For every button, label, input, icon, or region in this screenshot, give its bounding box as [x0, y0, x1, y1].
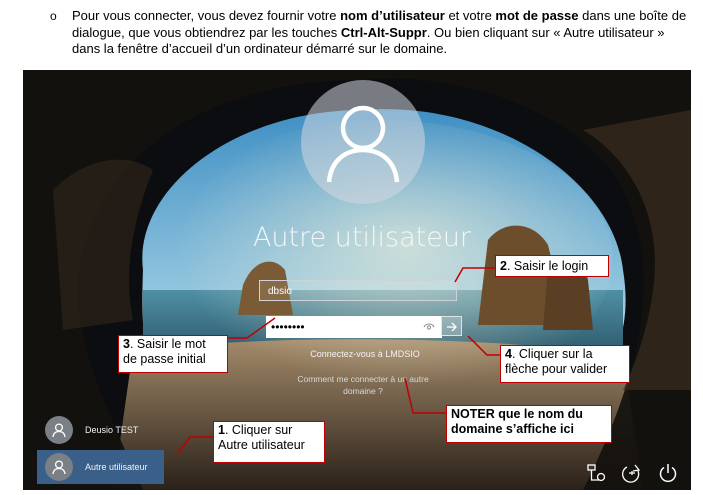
password-field[interactable]: •••••••• — [266, 316, 442, 338]
doc-bold-username: nom d’utilisateur — [340, 8, 445, 23]
callout-step-2: 2. Saisir le login — [495, 255, 609, 277]
doc-text-2: et votre — [444, 8, 496, 23]
other-domain-link[interactable]: Comment me connecter à un autre domaine … — [283, 373, 443, 397]
user-silhouette-icon — [52, 460, 66, 475]
doc-text-1: Pour vous connecter, vous devez fournir … — [72, 8, 341, 23]
callout-step-1: 1. Cliquer sur Autre utilisateur — [213, 421, 325, 463]
user-tile-deusio-test[interactable]: Deusio TEST — [37, 413, 167, 447]
user-avatar-large — [301, 80, 425, 204]
submit-arrow-button[interactable] — [441, 316, 462, 336]
callout-step-text: . Saisir le login — [506, 259, 589, 273]
user-name: Autre utilisateur — [85, 462, 148, 472]
callout-step-number: 2 — [500, 259, 507, 273]
user-tile-autre-utilisateur[interactable]: Autre utilisateur — [37, 450, 164, 484]
callout-step-text: . Saisir le mot de passe initial — [123, 337, 206, 366]
avatar — [45, 453, 73, 481]
eye-icon[interactable] — [423, 322, 435, 332]
password-mask: •••••••• — [271, 320, 305, 334]
doc-paragraph: o Pour vous connecter, vous devez fourni… — [50, 8, 692, 58]
callout-step-3: 3. Saisir le mot de passe initial — [118, 335, 228, 373]
callout-step-number: 4 — [505, 347, 512, 361]
callout-note-text: NOTER que le nom du domaine s’affiche ic… — [451, 407, 583, 436]
callout-domain-note: NOTER que le nom du domaine s’affiche ic… — [446, 405, 612, 443]
power-icon[interactable] — [657, 462, 679, 484]
network-icon[interactable] — [585, 462, 607, 484]
system-tray — [585, 462, 681, 484]
doc-bold-shortcut: Ctrl-Alt-Suppr — [340, 24, 427, 40]
user-silhouette-icon — [52, 423, 66, 438]
username-field[interactable]: dbsio — [259, 280, 457, 301]
bullet-marker: o — [50, 9, 57, 23]
callout-step-number: 3 — [123, 337, 130, 351]
callout-step-number: 1 — [218, 423, 225, 437]
doc-bold-password: mot de passe — [495, 8, 579, 23]
avatar — [45, 416, 73, 444]
callout-step-text: . Cliquer sur Autre utilisateur — [218, 423, 305, 452]
ease-of-access-icon[interactable] — [621, 462, 643, 484]
user-silhouette-icon — [326, 105, 400, 183]
callout-step-4: 4. Cliquer sur la flèche pour valider — [500, 345, 630, 383]
user-name: Deusio TEST — [85, 425, 139, 435]
callout-step-text: . Cliquer sur la flèche pour valider — [505, 347, 608, 376]
domain-label: Connectez-vous à LMDSIO — [310, 349, 420, 359]
arrow-right-icon — [447, 322, 457, 332]
login-title: Autre utilisateur — [252, 222, 472, 253]
